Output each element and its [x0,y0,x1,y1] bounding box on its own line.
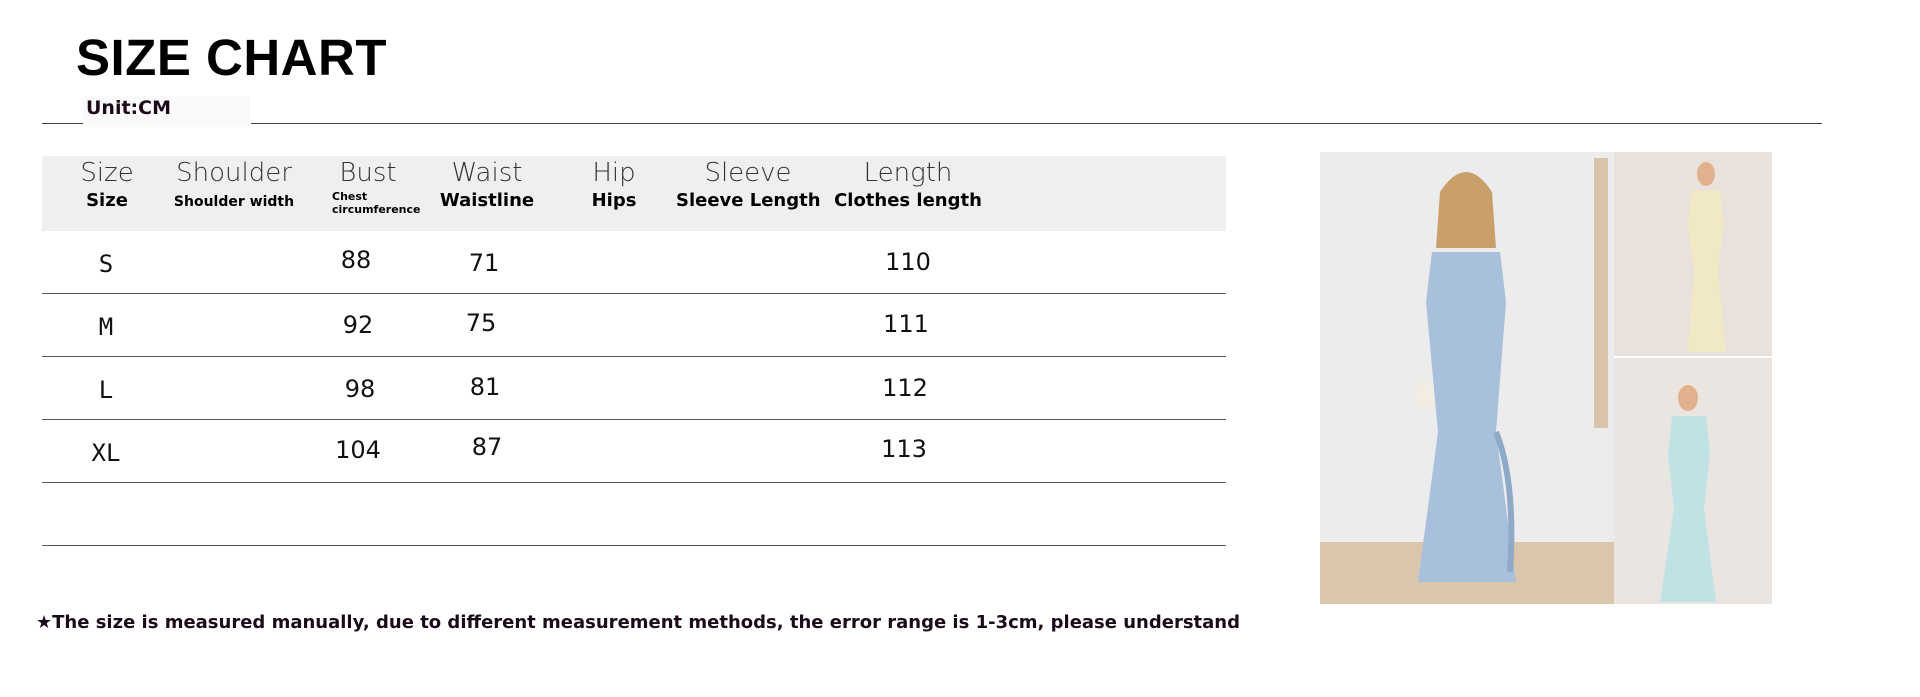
col-header-bottom: Shoulder width [173,194,295,210]
size-cell: M [98,313,114,341]
length-cell: 113 [881,435,927,463]
blue-dress-photo [1320,152,1614,604]
col-header-bottom: Clothes length [834,190,982,211]
row-divider [42,356,1226,357]
col-header-bottom: Waistline [439,190,535,211]
col-header-top: Shoulder [176,158,292,188]
col-header-bust: Bust Chest circumference [318,156,420,231]
page-title: SIZE CHART [76,29,387,86]
size-cell: S [98,250,114,278]
col-header-waist: Waist Waistline [436,156,538,231]
product-photos [1320,152,1772,604]
unit-divider [42,123,1822,124]
bust-cell: 104 [335,436,381,464]
row-divider [42,293,1226,294]
col-header-length: Length Clothes length [834,156,982,231]
length-cell: 110 [885,248,931,276]
col-header-top: Bust [339,158,397,188]
col-header-hip: Hip Hips [566,156,662,231]
col-header-top: Length [863,158,953,188]
cream-dress-photo [1614,152,1772,356]
waist-cell: 87 [471,433,503,461]
row-divider [42,482,1226,483]
col-header-top: Waist [451,158,523,188]
length-cell: 112 [882,374,928,402]
size-cell: XL [91,439,121,467]
col-header-top: Sleeve [704,158,792,188]
col-header-bottom: Hips [591,190,637,211]
mint-dress-photo [1614,358,1772,604]
col-header-top: Hip [592,158,636,188]
col-header-shoulder: Shoulder Shoulder width [168,156,300,231]
row-divider [42,545,1226,546]
unit-label: Unit:CM [86,97,171,119]
waist-cell: 81 [469,373,501,401]
col-header-sleeve: Sleeve Sleeve Length [676,156,821,231]
bust-cell: 92 [342,311,374,339]
length-cell: 111 [883,310,929,338]
waist-cell: 71 [468,249,500,277]
col-header-top: Size [80,158,134,188]
measurement-note: ★The size is measured manually, due to d… [36,612,1240,633]
col-header-size: Size Size [62,156,152,231]
col-header-bottom: Sleeve Length [676,190,821,211]
size-cell: L [98,376,114,404]
bust-cell: 88 [340,246,372,274]
bust-cell: 98 [344,375,376,403]
col-header-bottom: Size [86,190,128,211]
col-header-bottom: Chest circumference [332,190,421,216]
row-divider [42,419,1226,420]
waist-cell: 75 [465,309,497,337]
